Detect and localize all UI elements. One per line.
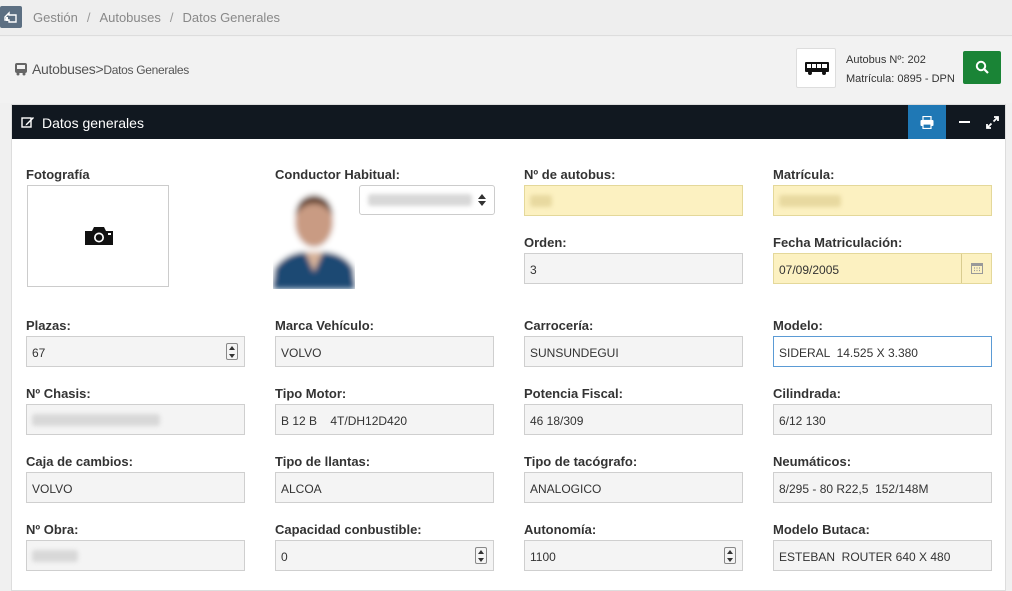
- bus-icon: [14, 62, 28, 79]
- breadcrumb-gestion[interactable]: Gestión: [33, 10, 78, 25]
- conductor-blurred-value: [368, 194, 472, 206]
- carroceria-label: Carrocería:: [524, 318, 594, 333]
- obra-label: Nº Obra:: [26, 522, 79, 537]
- select-arrows-icon: [478, 194, 486, 206]
- modelo-label: Modelo:: [773, 318, 823, 333]
- autonomia-spinner[interactable]: [724, 547, 736, 564]
- num-autobus-label: Nº de autobus:: [524, 167, 616, 182]
- plazas-spinner[interactable]: [226, 343, 238, 360]
- matricula-field[interactable]: [773, 185, 992, 216]
- llantas-label: Tipo de llantas:: [275, 454, 371, 469]
- fecha-matriculacion-field[interactable]: 07/09/2005: [773, 253, 992, 284]
- page-title: Autobuses>Datos Generales: [14, 61, 189, 79]
- print-button[interactable]: [908, 105, 946, 139]
- fecha-value: 07/09/2005: [779, 263, 840, 277]
- obra-field[interactable]: [26, 540, 245, 571]
- capacidad-value: 0: [281, 550, 288, 564]
- expand-icon[interactable]: [982, 105, 1004, 139]
- plazas-label: Plazas:: [26, 318, 71, 333]
- bus-plate: Matrícula: 0895 - DPN: [846, 73, 955, 85]
- carroceria-field[interactable]: SUNSUNDEGUI: [524, 336, 743, 367]
- chasis-field[interactable]: [26, 404, 245, 435]
- conductor-label: Conductor Habitual:: [275, 167, 400, 182]
- search-icon: [975, 60, 989, 74]
- butaca-label: Modelo Butaca:: [773, 522, 870, 537]
- caja-label: Caja de cambios:: [26, 454, 133, 469]
- capacidad-field[interactable]: 0: [275, 540, 494, 571]
- motor-field[interactable]: B 12 B 4T/DH12D420: [275, 404, 494, 435]
- panel-header: Datos generales: [12, 105, 1005, 139]
- cilindrada-field[interactable]: 6/12 130: [773, 404, 992, 435]
- edit-icon: [21, 115, 35, 134]
- plazas-field[interactable]: 67: [26, 336, 245, 367]
- marca-field[interactable]: VOLVO: [275, 336, 494, 367]
- neumaticos-field[interactable]: 8/295 - 80 R22,5 152/148M: [773, 472, 992, 503]
- tacografo-label: Tipo de tacógrafo:: [524, 454, 638, 469]
- capacidad-spinner[interactable]: [475, 547, 487, 564]
- calendar-icon[interactable]: [961, 254, 991, 283]
- autonomia-label: Autonomía:: [524, 522, 597, 537]
- search-button[interactable]: [963, 51, 1001, 84]
- camera-icon: [85, 227, 113, 245]
- conductor-select[interactable]: [359, 185, 495, 215]
- autonomia-field[interactable]: 1100: [524, 540, 743, 571]
- marca-label: Marca Vehículo:: [275, 318, 374, 333]
- page-header: Autobuses>Datos Generales Autobus Nº: 20…: [0, 37, 1012, 103]
- matricula-label: Matrícula:: [773, 167, 835, 182]
- potencia-label: Potencia Fiscal:: [524, 386, 623, 401]
- datos-generales-panel: Datos generales Fotografía Conductor Hab…: [11, 104, 1006, 591]
- butaca-field[interactable]: ESTEBAN ROUTER 640 X 480: [773, 540, 992, 571]
- potencia-field[interactable]: 46 18/309: [524, 404, 743, 435]
- breadcrumb: Gestión / Autobuses / Datos Generales: [33, 10, 281, 25]
- top-bar: Gestión / Autobuses / Datos Generales: [0, 0, 1012, 36]
- breadcrumb-datos-generales: Datos Generales: [182, 10, 281, 25]
- orden-label: Orden:: [524, 235, 567, 250]
- motor-label: Tipo Motor:: [275, 386, 347, 401]
- modelo-field[interactable]: SIDERAL 14.525 X 3.380: [773, 336, 992, 367]
- print-icon: [920, 116, 934, 129]
- plazas-value: 67: [32, 346, 46, 360]
- autonomia-value: 1100: [530, 550, 556, 564]
- fecha-label: Fecha Matriculación:: [773, 235, 903, 250]
- breadcrumb-autobuses[interactable]: Autobuses: [99, 10, 160, 25]
- bus-info: Autobus Nº: 202 Matrícula: 0895 - DPN: [846, 51, 955, 89]
- capacidad-label: Capacidad conbustible:: [275, 522, 422, 537]
- driver-photo: [273, 186, 355, 289]
- caja-field[interactable]: VOLVO: [26, 472, 245, 503]
- bus-number: Autobus Nº: 202: [846, 54, 926, 66]
- minimize-icon[interactable]: [954, 105, 978, 139]
- page-title-sub: Datos Generales: [103, 63, 189, 77]
- neumaticos-label: Neumáticos:: [773, 454, 852, 469]
- foto-label: Fotografía: [26, 167, 90, 182]
- llantas-field[interactable]: ALCOA: [275, 472, 494, 503]
- panel-title: Datos generales: [42, 115, 144, 131]
- orden-field[interactable]: 3: [524, 253, 743, 284]
- page-title-section: Autobuses: [32, 61, 96, 77]
- cilindrada-label: Cilindrada:: [773, 386, 841, 401]
- chasis-label: Nº Chasis:: [26, 386, 91, 401]
- home-icon[interactable]: [0, 6, 22, 28]
- num-autobus-field[interactable]: [524, 185, 743, 216]
- photo-upload[interactable]: [27, 185, 169, 287]
- bus-icon: [796, 48, 836, 88]
- tacografo-field[interactable]: ANALOGICO: [524, 472, 743, 503]
